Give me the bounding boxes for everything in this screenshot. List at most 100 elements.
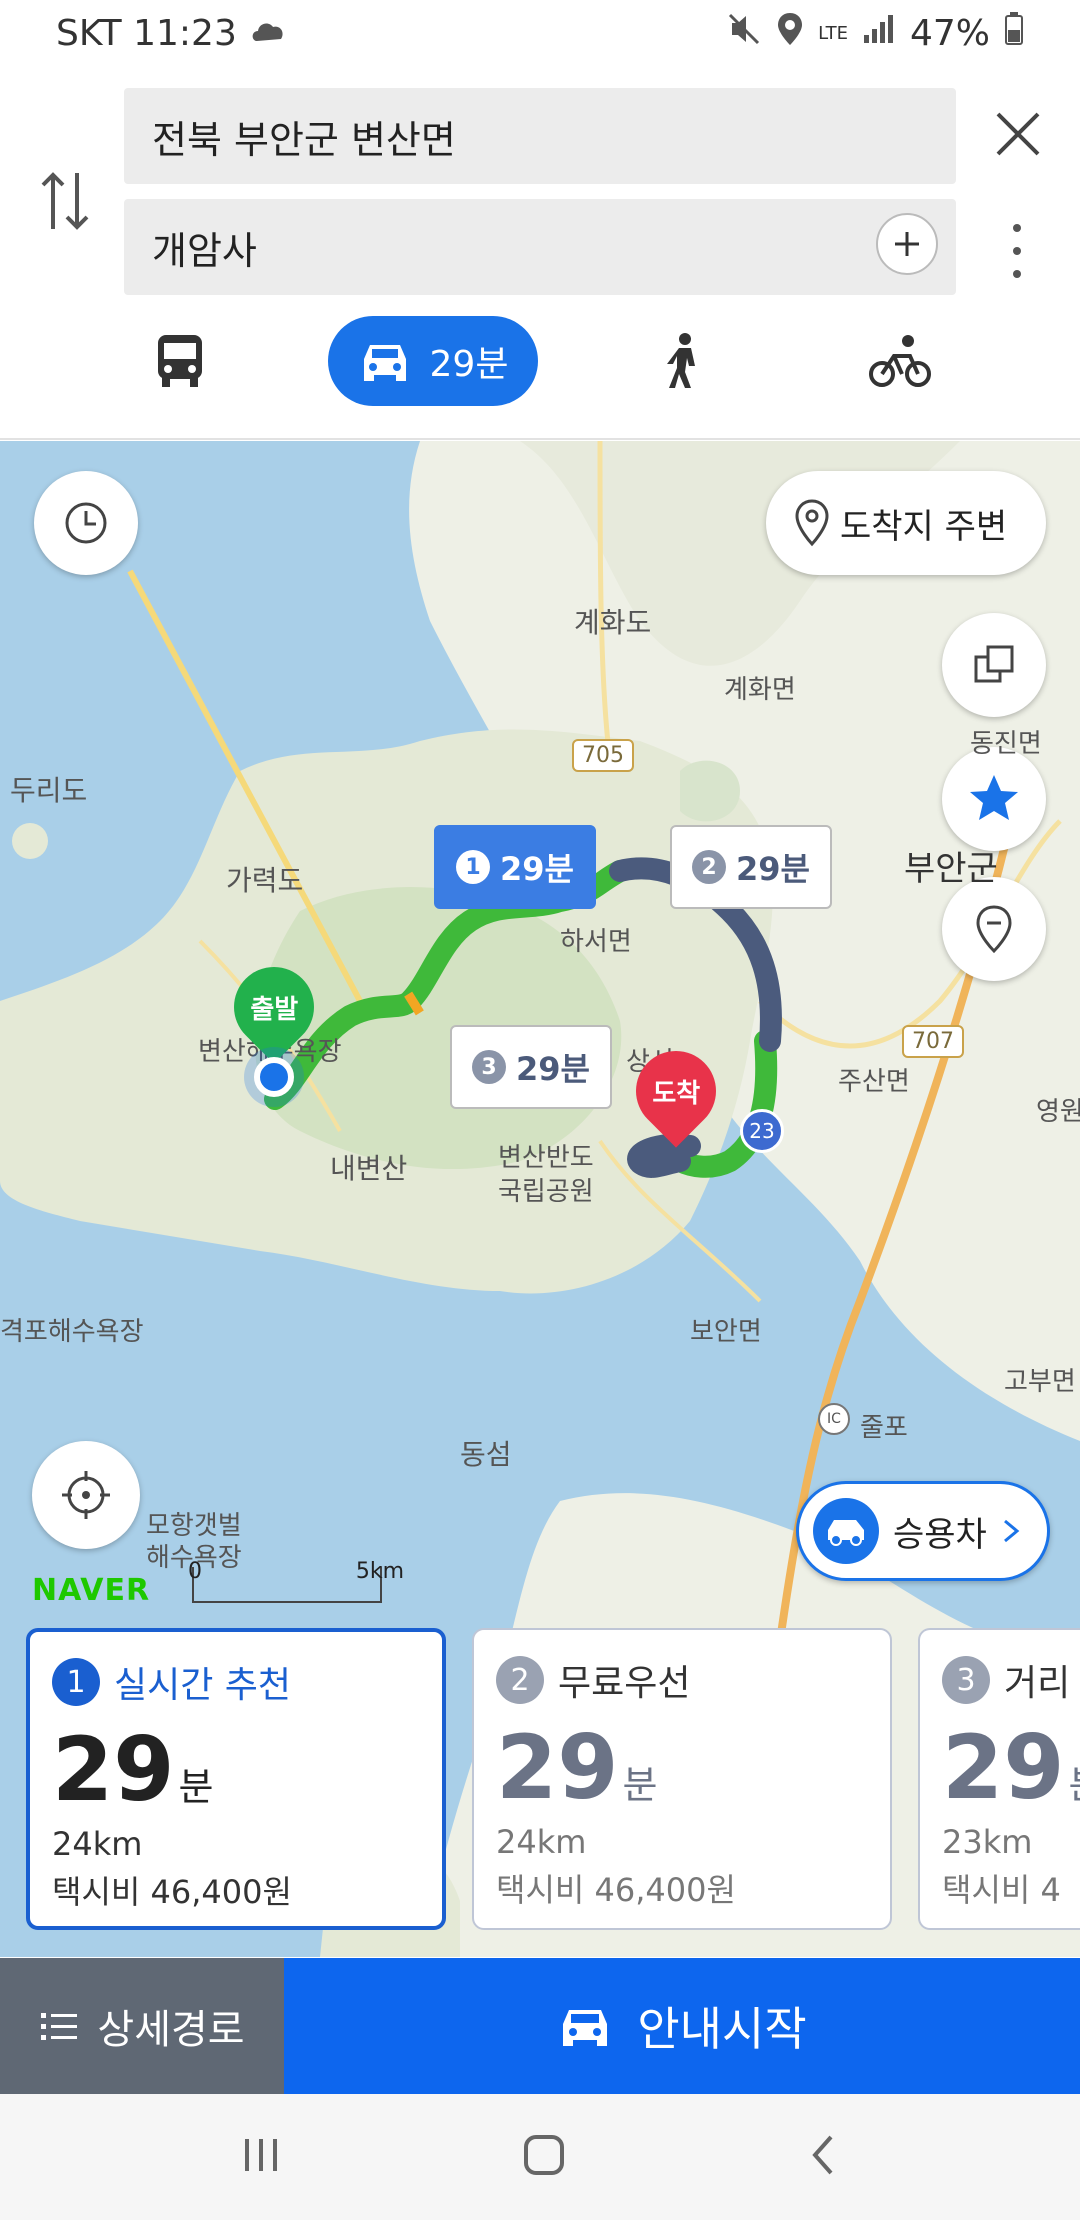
- layers-button[interactable]: [942, 613, 1046, 717]
- destination-nearby-label: 도착지 주변: [840, 506, 1008, 547]
- route-minutes: 29: [52, 1718, 175, 1821]
- tab-bike[interactable]: [860, 316, 940, 406]
- place-label: 내변산: [330, 1152, 408, 1185]
- clock-icon: [65, 502, 107, 544]
- destination-field[interactable]: 개암사: [124, 199, 956, 295]
- current-location-dot: [254, 1057, 294, 1097]
- car-time: 29분: [429, 344, 509, 385]
- destination-text: 개암사: [152, 228, 257, 273]
- start-navigation-label: 안내시작: [637, 2002, 807, 2056]
- route-number: 3: [472, 1050, 506, 1084]
- start-label: 출발: [250, 994, 298, 1025]
- plus-icon: [895, 232, 919, 256]
- route-distance: 24km: [496, 1823, 587, 1861]
- route-minutes-unit: 분: [622, 1763, 658, 1807]
- road-shield: 23: [740, 1109, 784, 1153]
- chevron-right-icon: [1003, 1519, 1020, 1543]
- route-taxi-fare: 택시비 46,400원: [52, 1873, 292, 1911]
- status-bar: SKT 11:23 LTE 47%: [0, 0, 1080, 66]
- end-label: 도착: [652, 1078, 700, 1109]
- pin-button[interactable]: [942, 877, 1046, 981]
- list-icon: [41, 2013, 78, 2040]
- place-label: 동섬: [460, 1438, 512, 1471]
- route-card-1[interactable]: 1 실시간 추천 29 분 24km 택시비 46,400원: [26, 1628, 446, 1930]
- map-scale: 0 5km: [188, 1559, 404, 1603]
- route-details-button[interactable]: 상세경로: [0, 1958, 284, 2094]
- back-icon[interactable]: [805, 2131, 841, 2183]
- place-label: 가력도: [226, 864, 304, 897]
- tab-walk[interactable]: [650, 316, 720, 406]
- route-callout-time: 29분: [500, 850, 574, 888]
- naver-logo: NAVER: [32, 1573, 151, 1608]
- history-button[interactable]: [34, 471, 138, 575]
- start-navigation-button[interactable]: 안내시작: [284, 1958, 1080, 2094]
- origin-field[interactable]: 전북 부안군 변산면: [124, 88, 956, 184]
- crosshair-icon: [62, 1471, 110, 1519]
- place-label: 주산면: [838, 1067, 910, 1097]
- map-pin-icon: [976, 905, 1012, 954]
- car-icon: [363, 345, 406, 381]
- place-label: 줄포: [860, 1413, 908, 1443]
- route-card-3[interactable]: 3 거리 29 분 23km 택시비 4: [918, 1628, 1080, 1930]
- battery-icon: [1004, 11, 1024, 55]
- more-menu-button[interactable]: [1000, 216, 1034, 286]
- close-icon: [996, 112, 1040, 156]
- route-callout-2[interactable]: 2 29분: [670, 825, 832, 909]
- place-label: 국립공원: [498, 1177, 594, 1207]
- action-bar: 상세경로 안내시작: [0, 1958, 1080, 2094]
- route-number: 1: [456, 850, 490, 884]
- star-icon: [970, 775, 1018, 820]
- route-taxi-fare: 택시비 46,400원: [496, 1871, 736, 1909]
- place-label: 계화도: [574, 606, 652, 639]
- route-title: 무료우선: [558, 1663, 691, 1704]
- car-badge-icon: [813, 1498, 879, 1564]
- route-title: 실시간 추천: [114, 1665, 292, 1706]
- tab-bus[interactable]: [140, 316, 220, 406]
- route-details-label: 상세경로: [97, 2007, 245, 2053]
- route-callout-3[interactable]: 3 29분: [450, 1025, 612, 1109]
- ic-badge: IC: [818, 1403, 850, 1435]
- bus-icon: [158, 335, 202, 387]
- route-callout-time: 29분: [516, 1050, 590, 1088]
- mute-icon: [726, 11, 762, 56]
- recent-apps-icon[interactable]: [239, 2135, 283, 2179]
- my-location-button[interactable]: [32, 1441, 140, 1549]
- swap-icon[interactable]: [30, 156, 100, 246]
- place-label: 고부면: [1004, 1367, 1076, 1397]
- route-minutes-unit: 분: [178, 1765, 214, 1809]
- route-distance: 23km: [942, 1823, 1033, 1861]
- scale-end: 5km: [355, 1559, 404, 1584]
- signal-icon: [862, 13, 896, 54]
- origin-text: 전북 부안군 변산면: [152, 117, 456, 162]
- destination-nearby-button[interactable]: 도착지 주변: [766, 471, 1046, 575]
- add-waypoint-button[interactable]: [876, 213, 938, 275]
- route-distance: 24km: [52, 1825, 143, 1863]
- route-callout-1[interactable]: 1 29분: [434, 825, 596, 909]
- route-title: 거리: [1004, 1663, 1071, 1704]
- route-number: 3: [942, 1656, 990, 1704]
- route-callout-time: 29분: [736, 850, 810, 888]
- walk-icon: [667, 333, 695, 388]
- place-label: 두리도: [10, 774, 88, 807]
- place-label: 변산반도: [498, 1143, 594, 1173]
- route-minutes: 29: [496, 1716, 619, 1819]
- vehicle-type-button[interactable]: 승용차: [796, 1481, 1050, 1581]
- route-number: 2: [692, 850, 726, 884]
- location-pin-icon: [795, 499, 829, 547]
- system-nav-bar: [0, 2094, 1080, 2220]
- layers-icon: [974, 645, 1014, 683]
- place-label: 영원: [1036, 1097, 1080, 1127]
- cloud-icon: [251, 13, 287, 54]
- place-label: 부안군: [904, 849, 998, 889]
- place-label: 격포해수욕장: [0, 1317, 144, 1347]
- place-label: 계화면: [724, 675, 796, 705]
- close-button[interactable]: [990, 106, 1046, 162]
- home-icon[interactable]: [520, 2131, 568, 2183]
- favorite-button[interactable]: [942, 747, 1046, 851]
- route-taxi-fare: 택시비 4: [942, 1871, 1061, 1909]
- route-card-2[interactable]: 2 무료우선 29 분 24km 택시비 46,400원: [472, 1628, 892, 1930]
- route-number: 1: [52, 1658, 100, 1706]
- tab-car[interactable]: 29분: [328, 316, 538, 406]
- battery-level: 47%: [909, 12, 990, 54]
- place-label: 보안면: [690, 1317, 762, 1347]
